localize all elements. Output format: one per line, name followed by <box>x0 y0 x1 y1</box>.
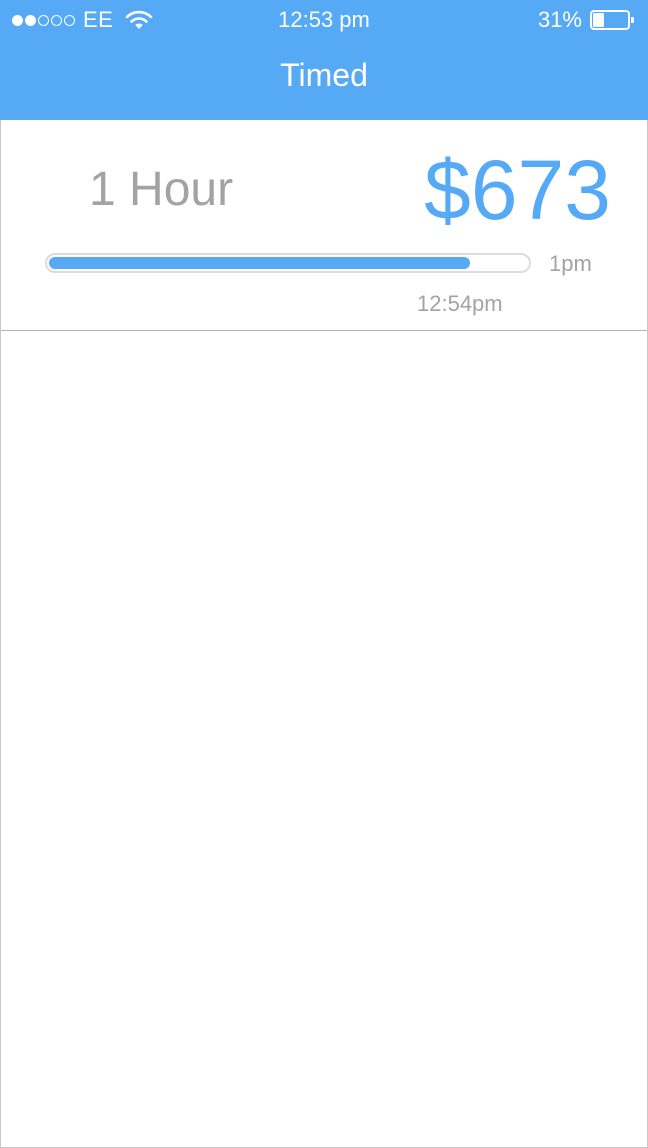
page-title: Timed <box>280 57 368 93</box>
content-area: 1 Hour $673 1pm 12:54pm <box>0 120 648 1148</box>
end-time-label: 1pm <box>549 251 592 276</box>
price-label: $673 <box>424 143 611 237</box>
battery-icon <box>590 10 634 30</box>
duration-label: 1 Hour <box>89 163 234 216</box>
status-right: 31% <box>538 7 634 33</box>
time-progress-bar <box>45 253 531 273</box>
header-bar: EE 12:53 pm 31% Timed <box>0 0 648 120</box>
battery-tip <box>631 17 634 23</box>
time-progress-fill <box>49 257 470 269</box>
status-bar: EE 12:53 pm 31% <box>0 0 648 40</box>
current-time-label: 12:54pm <box>417 291 503 316</box>
battery-percentage: 31% <box>537 7 582 32</box>
battery-level <box>593 13 604 27</box>
timer-card[interactable]: 1 Hour $673 1pm 12:54pm <box>1 120 647 331</box>
